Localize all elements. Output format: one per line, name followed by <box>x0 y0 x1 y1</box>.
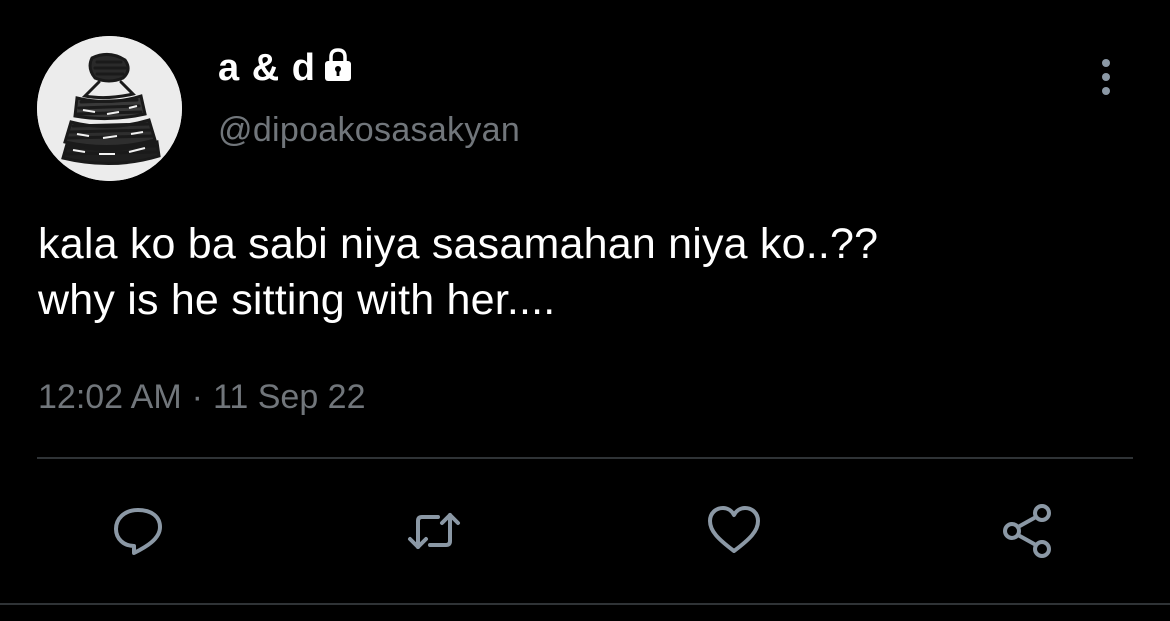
tweet-date: 11 Sep 22 <box>212 378 366 416</box>
retweet-button[interactable] <box>404 501 464 561</box>
name-row: a & d <box>218 46 520 90</box>
tweet-time: 12:02 AM <box>38 378 182 416</box>
divider <box>37 457 1133 459</box>
reply-button[interactable] <box>108 501 168 561</box>
display-name[interactable]: a & d <box>218 47 316 90</box>
timestamp-separator: · <box>191 378 203 416</box>
tweet-card: a & d @dipoakosasakyan kala ko ba sabi n… <box>0 0 1170 621</box>
user-block: a & d @dipoakosasakyan <box>218 46 520 150</box>
lock-icon <box>322 47 354 83</box>
heart-icon <box>708 506 760 553</box>
reply-icon <box>114 508 162 555</box>
bottom-divider <box>0 603 1170 605</box>
retweet-icon <box>408 513 460 549</box>
timestamp[interactable]: 12:02 AM · 11 Sep 22 <box>38 378 366 417</box>
share-icon <box>1003 504 1051 558</box>
share-button[interactable] <box>998 501 1058 561</box>
author-handle[interactable]: @dipoakosasakyan <box>218 111 520 150</box>
tweet-text-line: why is he sitting with her.... <box>38 276 556 324</box>
more-options-button[interactable] <box>1092 55 1120 99</box>
more-vertical-icon <box>1102 59 1110 95</box>
avatar-image <box>37 36 182 181</box>
tweet-text-line: kala ko ba sabi niya sasamahan niya ko..… <box>38 220 879 268</box>
avatar[interactable] <box>37 36 182 181</box>
like-button[interactable] <box>704 501 764 561</box>
tweet-text: kala ko ba sabi niya sasamahan niya ko..… <box>38 216 1138 328</box>
